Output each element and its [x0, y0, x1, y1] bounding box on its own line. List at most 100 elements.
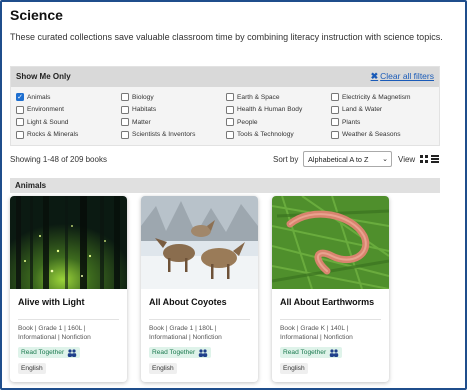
book-meta: Book | Grade K | 140L | Informational | …	[280, 324, 384, 342]
book-meta: Book | Grade 1 | 180L | Informational | …	[149, 324, 253, 342]
filter-biology[interactable]: Biology	[121, 92, 226, 103]
people-icon	[67, 348, 77, 357]
checkbox[interactable]	[121, 93, 129, 102]
book-meta-line: Book | Grade 1 | 180L |	[149, 325, 217, 332]
filter-label: Land & Water	[342, 106, 383, 114]
book-title[interactable]: All About Coyotes	[149, 297, 227, 307]
book-card[interactable]: Alive with Light Book | Grade 1 | 160L |…	[10, 196, 127, 382]
chevron-down-icon: ⌄	[382, 156, 388, 163]
divider	[280, 319, 381, 320]
book-title[interactable]: Alive with Light	[18, 297, 85, 307]
book-meta-line: Informational | Nonfiction	[280, 334, 353, 341]
filter-label: Health & Human Body	[237, 106, 303, 114]
filter-grid: ✓ Animals Biology Earth & Space Electrici…	[16, 92, 438, 140]
book-meta: Book | Grade 1 | 160L | Informational | …	[18, 324, 122, 342]
filter-label: Matter	[132, 118, 151, 126]
book-cover-all-about-coyotes	[141, 196, 258, 289]
filter-label: Animals	[27, 93, 51, 101]
checkbox[interactable]	[16, 130, 24, 139]
badge-label: Read Together	[283, 349, 327, 356]
filter-label: People	[237, 118, 258, 126]
book-title[interactable]: All About Earthworms	[280, 297, 374, 307]
filter-panel: Show Me Only ✖ Clear all filters ✓ Animals…	[10, 66, 440, 146]
checkbox[interactable]	[226, 105, 234, 114]
language-badge: English	[18, 363, 46, 374]
filter-label: Tools & Technology	[237, 131, 294, 139]
book-cover-alive-with-light	[10, 196, 127, 289]
checkbox[interactable]	[331, 130, 339, 139]
checkbox[interactable]	[226, 130, 234, 139]
badge-label: Read Together	[152, 349, 196, 356]
grid-view-icon[interactable]	[420, 155, 428, 163]
filter-people[interactable]: People	[226, 117, 331, 128]
filter-matter[interactable]: Matter	[121, 117, 226, 128]
language-badge: English	[280, 363, 308, 374]
sort-select[interactable]: Alphabetical A to Z ⌄	[303, 151, 392, 167]
filter-label: Earth & Space	[237, 93, 280, 101]
divider	[149, 319, 250, 320]
sort-value: Alphabetical A to Z	[308, 154, 369, 164]
filter-earth-space[interactable]: Earth & Space	[226, 92, 331, 103]
divider	[18, 319, 119, 320]
section-header: Animals	[10, 178, 440, 193]
filter-label: Electricity & Magnetism	[342, 93, 411, 101]
filter-plants[interactable]: Plants	[331, 117, 438, 128]
book-cover-all-about-earthworms	[272, 196, 389, 289]
filter-label: Weather & Seasons	[342, 131, 401, 139]
filter-label: Light & Sound	[27, 118, 69, 126]
checkbox[interactable]	[331, 118, 339, 127]
clear-filters-link[interactable]: ✖ Clear all filters	[371, 71, 434, 82]
filter-tools-technology[interactable]: Tools & Technology	[226, 130, 331, 141]
book-meta-line: Book | Grade K | 140L |	[280, 325, 349, 332]
filter-animals[interactable]: ✓ Animals	[16, 92, 121, 103]
filter-label: Biology	[132, 93, 154, 101]
close-x-icon: ✖	[370, 71, 379, 81]
checkbox[interactable]	[121, 118, 129, 127]
filter-light-sound[interactable]: Light & Sound	[16, 117, 121, 128]
view-label: View	[398, 155, 416, 164]
checkbox[interactable]	[226, 93, 234, 102]
check-icon[interactable]: ✓	[16, 93, 24, 102]
results-count: Showing 1-48 of 209 books	[10, 155, 107, 164]
page-intro: These curated collections save valuable …	[10, 32, 443, 42]
filter-label: Rocks & Minerals	[27, 131, 79, 139]
section-title: Animals	[15, 181, 47, 190]
checkbox[interactable]	[121, 130, 129, 139]
book-meta-line: Informational | Nonfiction	[149, 334, 222, 341]
book-card[interactable]: All About Coyotes Book | Grade 1 | 180L …	[141, 196, 258, 382]
filter-heading: Show Me Only	[16, 72, 71, 81]
people-icon	[329, 348, 339, 357]
checkbox[interactable]	[226, 118, 234, 127]
checkbox[interactable]	[121, 105, 129, 114]
read-together-badge: Read Together	[149, 347, 212, 358]
list-view-icon[interactable]	[431, 155, 439, 163]
filter-label: Habitats	[132, 106, 157, 114]
filter-scientists-inventors[interactable]: Scientists & Inventors	[121, 130, 226, 141]
book-card[interactable]: All About Earthworms Book | Grade K | 14…	[272, 196, 389, 382]
checkbox[interactable]	[331, 105, 339, 114]
language-badge: English	[149, 363, 177, 374]
filter-electricity-magnetism[interactable]: Electricity & Magnetism	[331, 92, 438, 103]
filter-health-human-body[interactable]: Health & Human Body	[226, 105, 331, 116]
clear-filters-label: Clear all filters	[380, 71, 434, 81]
filter-panel-header: Show Me Only ✖ Clear all filters	[11, 67, 439, 87]
filter-land-water[interactable]: Land & Water	[331, 105, 438, 116]
sort-label: Sort by	[273, 155, 299, 164]
page-title: Science	[10, 7, 63, 23]
badge-label: Read Together	[21, 349, 65, 356]
read-together-badge: Read Together	[280, 347, 343, 358]
checkbox[interactable]	[16, 105, 24, 114]
checkbox[interactable]	[16, 118, 24, 127]
book-meta-line: Informational | Nonfiction	[18, 334, 91, 341]
filter-rocks-minerals[interactable]: Rocks & Minerals	[16, 130, 121, 141]
filter-label: Scientists & Inventors	[132, 131, 196, 139]
filter-environment[interactable]: Environment	[16, 105, 121, 116]
book-meta-line: Book | Grade 1 | 160L |	[18, 325, 86, 332]
read-together-badge: Read Together	[18, 347, 81, 358]
checkbox[interactable]	[331, 93, 339, 102]
filter-habitats[interactable]: Habitats	[121, 105, 226, 116]
filter-label: Plants	[342, 118, 361, 126]
filter-weather-seasons[interactable]: Weather & Seasons	[331, 130, 438, 141]
filter-label: Environment	[27, 106, 65, 114]
people-icon	[198, 348, 208, 357]
